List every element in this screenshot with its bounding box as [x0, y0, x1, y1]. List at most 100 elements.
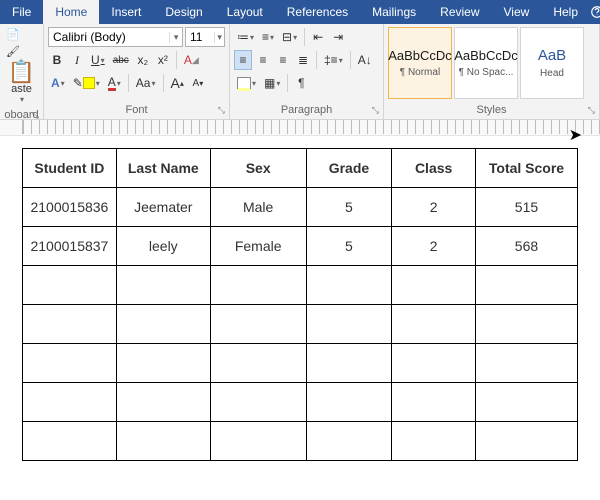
table-cell[interactable]: [475, 344, 577, 383]
table-cell[interactable]: 515: [475, 188, 577, 227]
table-cell[interactable]: [116, 422, 210, 461]
table-cell[interactable]: [306, 344, 392, 383]
table-cell[interactable]: 2: [392, 188, 476, 227]
table-cell[interactable]: [392, 266, 476, 305]
col-class[interactable]: Class: [392, 149, 476, 188]
table-row[interactable]: [23, 344, 578, 383]
tab-file[interactable]: File: [0, 0, 43, 24]
align-left-button[interactable]: ≡: [234, 50, 252, 70]
table-cell[interactable]: [116, 266, 210, 305]
student-table[interactable]: Student ID Last Name Sex Grade Class Tot…: [22, 148, 578, 461]
style-no-spacing[interactable]: AaBbCcDc ¶ No Spac...: [454, 27, 518, 99]
align-center-button[interactable]: ≡: [254, 50, 272, 70]
font-name-input[interactable]: [49, 30, 169, 44]
increase-indent-button[interactable]: ⇥: [329, 27, 347, 47]
table-cell[interactable]: [392, 422, 476, 461]
document-area[interactable]: ➤ Student ID Last Name Sex Grade Class T…: [0, 120, 600, 471]
bold-button[interactable]: B: [48, 50, 66, 70]
dialog-launcher-paragraph[interactable]: ⤡: [372, 105, 379, 116]
col-last-name[interactable]: Last Name: [116, 149, 210, 188]
table-cell[interactable]: [116, 383, 210, 422]
table-cell[interactable]: [306, 422, 392, 461]
table-cell[interactable]: [392, 344, 476, 383]
line-spacing-button[interactable]: ‡≡▾: [321, 50, 346, 70]
style-gallery[interactable]: AaBbCcDc ¶ Normal AaBbCcDc ¶ No Spac... …: [388, 27, 584, 99]
decrease-indent-button[interactable]: ⇤: [309, 27, 327, 47]
table-cell[interactable]: [210, 266, 306, 305]
bullets-button[interactable]: ≔▾: [234, 27, 257, 47]
table-row[interactable]: [23, 266, 578, 305]
table-cell[interactable]: [392, 305, 476, 344]
font-size-input[interactable]: [186, 30, 214, 44]
table-cell[interactable]: [116, 344, 210, 383]
show-marks-button[interactable]: ¶: [292, 73, 310, 93]
table-cell[interactable]: [23, 344, 117, 383]
table-cell[interactable]: [210, 422, 306, 461]
tab-layout[interactable]: Layout: [215, 0, 275, 24]
highlight-button[interactable]: ✎▾: [70, 73, 103, 93]
tab-home[interactable]: Home: [43, 0, 99, 24]
tab-review[interactable]: Review: [428, 0, 491, 24]
table-cell[interactable]: [210, 383, 306, 422]
col-total-score[interactable]: Total Score: [475, 149, 577, 188]
tab-help[interactable]: Help: [541, 0, 590, 24]
ruler[interactable]: [0, 120, 600, 136]
table-cell[interactable]: [475, 383, 577, 422]
tell-me-icon[interactable]: [590, 0, 600, 24]
style-normal[interactable]: AaBbCcDc ¶ Normal: [388, 27, 452, 99]
text-effects-button[interactable]: A▾: [48, 73, 68, 93]
table-cell[interactable]: Jeemater: [116, 188, 210, 227]
font-size-combo[interactable]: ▾: [185, 27, 225, 47]
shrink-font-button[interactable]: A▾: [189, 73, 207, 93]
table-cell[interactable]: [306, 383, 392, 422]
clear-formatting-button[interactable]: A◢: [181, 50, 202, 70]
chevron-down-icon[interactable]: ▾: [169, 32, 182, 43]
table-cell[interactable]: [392, 383, 476, 422]
justify-button[interactable]: ≣: [294, 50, 312, 70]
tab-mailings[interactable]: Mailings: [360, 0, 428, 24]
paste-button[interactable]: 📋 aste ▾: [4, 61, 39, 104]
numbering-button[interactable]: ≡▾: [259, 27, 277, 47]
table-cell[interactable]: 568: [475, 227, 577, 266]
italic-button[interactable]: I: [68, 50, 86, 70]
table-row[interactable]: 2100015836JeematerMale52515: [23, 188, 578, 227]
chevron-down-icon[interactable]: ▾: [214, 32, 224, 43]
table-cell[interactable]: [306, 266, 392, 305]
strikethrough-button[interactable]: abc: [110, 50, 132, 70]
col-sex[interactable]: Sex: [210, 149, 306, 188]
tab-insert[interactable]: Insert: [99, 0, 153, 24]
table-cell[interactable]: [23, 305, 117, 344]
subscript-button[interactable]: x₂: [134, 50, 152, 70]
col-grade[interactable]: Grade: [306, 149, 392, 188]
borders-button[interactable]: ▦▾: [261, 73, 283, 93]
superscript-button[interactable]: x²: [154, 50, 172, 70]
tab-design[interactable]: Design: [153, 0, 214, 24]
table-cell[interactable]: 5: [306, 188, 392, 227]
underline-button[interactable]: U▾: [88, 50, 108, 70]
table-cell[interactable]: Female: [210, 227, 306, 266]
table-cell[interactable]: [23, 383, 117, 422]
tab-view[interactable]: View: [492, 0, 542, 24]
table-cell[interactable]: Male: [210, 188, 306, 227]
table-cell[interactable]: [475, 422, 577, 461]
align-right-button[interactable]: ≡: [274, 50, 292, 70]
change-case-button[interactable]: Aa▾: [133, 73, 159, 93]
table-cell[interactable]: 2100015837: [23, 227, 117, 266]
table-cell[interactable]: [475, 305, 577, 344]
style-heading[interactable]: AaB Head: [520, 27, 584, 99]
table-cell[interactable]: [23, 422, 117, 461]
table-cell[interactable]: [306, 305, 392, 344]
dialog-launcher-styles[interactable]: ⤡: [588, 105, 595, 116]
sort-button[interactable]: A↓: [355, 50, 375, 70]
table-row[interactable]: 2100015837leelyFemale52568: [23, 227, 578, 266]
table-row[interactable]: [23, 305, 578, 344]
table-cell[interactable]: [116, 305, 210, 344]
table-cell[interactable]: 5: [306, 227, 392, 266]
shading-button[interactable]: ▾: [234, 73, 259, 93]
tab-references[interactable]: References: [275, 0, 360, 24]
table-row[interactable]: [23, 422, 578, 461]
copy-button[interactable]: 📄: [4, 27, 22, 42]
font-color-button[interactable]: A▾: [105, 73, 124, 93]
grow-font-button[interactable]: A▴: [168, 73, 187, 93]
table-row[interactable]: [23, 383, 578, 422]
